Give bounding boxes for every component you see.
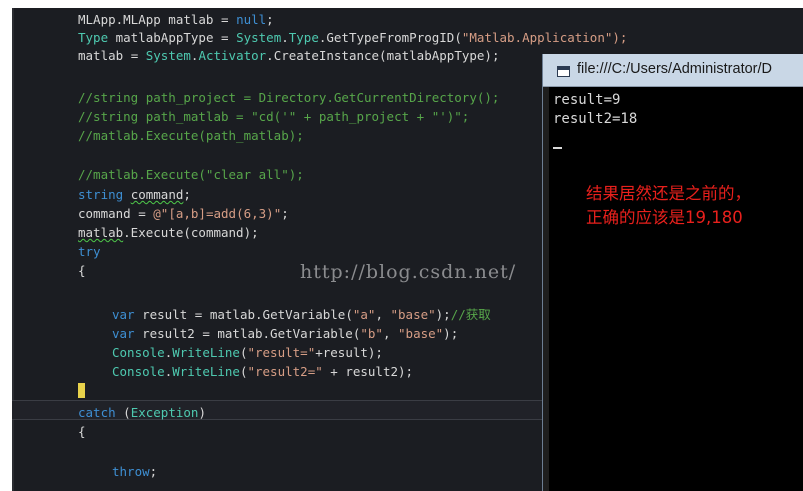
code-token: catch (78, 405, 116, 420)
code-token: ; (149, 464, 158, 479)
code-token: ; (266, 12, 274, 27)
code-token: //string path_project = Directory.GetCur… (78, 90, 500, 105)
code-token: Type (288, 30, 319, 45)
code-token: , (375, 307, 391, 322)
code-token: . (281, 30, 289, 45)
code-token: //matlab.Execute("clear all"); (78, 167, 304, 182)
code-token: = (138, 206, 154, 221)
code-token: //string path_matlab = "cd('" + path_pro… (78, 109, 470, 124)
code-token: = (221, 12, 237, 27)
watermark-text: http://blog.csdn.net/ (300, 261, 517, 283)
code-token: + result2); (322, 364, 414, 379)
code-token: ; (281, 206, 289, 221)
code-token: matlab.GetVariable( (217, 326, 361, 341)
code-token: ); (443, 326, 459, 341)
code-token: @"[a,b]=add(6,3)" (153, 206, 282, 221)
code-token: = (221, 30, 237, 45)
code-token: null (236, 12, 267, 27)
code-token: ( (115, 405, 131, 420)
code-token: string (78, 187, 124, 202)
code-token: var (112, 326, 135, 341)
code-token: //matlab.Execute(path_matlab); (78, 128, 304, 143)
code-token: "b" (360, 326, 383, 341)
code-token: Type (78, 30, 109, 45)
code-line: var result2 = matlab.GetVariable("b", "b… (112, 325, 458, 343)
code-line: MLApp.MLApp matlab = null; (78, 11, 274, 29)
code-line: string command; (78, 186, 191, 204)
code-token: .CreateInstance(matlabAppType); (266, 48, 500, 63)
console-scrollbar[interactable] (543, 87, 549, 491)
code-line: throw; (112, 463, 157, 481)
code-token: "a" (352, 307, 376, 322)
console-cursor (553, 147, 562, 149)
code-token: "result2=" (247, 364, 323, 379)
code-token: "Matlab.Application"); (461, 30, 628, 45)
console-output-line: result2=18 (553, 111, 638, 127)
code-token: WriteLine (172, 345, 240, 360)
code-token: MLApp.MLApp matlab (78, 12, 221, 27)
code-token: System (236, 30, 282, 45)
code-token: matlab.GetVariable( (209, 307, 353, 322)
code-token: = (194, 307, 210, 322)
code-line: try (78, 243, 101, 261)
console-window-icon (557, 66, 570, 77)
code-line: command = @"[a,b]=add(6,3)"; (78, 205, 289, 223)
code-token: var (112, 307, 135, 322)
code-token: throw (112, 464, 150, 479)
code-token: try (78, 244, 101, 259)
code-token: = (202, 326, 218, 341)
code-token: command (130, 187, 184, 202)
code-token: result2 (134, 326, 203, 341)
code-token: result (134, 307, 195, 322)
code-line: catch (Exception) (78, 404, 206, 422)
code-token: { (78, 263, 86, 278)
code-token: System (145, 48, 191, 63)
code-token: ; (183, 187, 191, 202)
console-output-line: result=9 (553, 92, 621, 108)
code-token: matlab (78, 48, 131, 63)
code-token: Activator (198, 48, 267, 63)
code-line: { (78, 423, 86, 441)
console-title: file:///C:/Users/Administrator/D (577, 61, 772, 77)
code-line: Type matlabAppType = System.Type.GetType… (78, 29, 627, 47)
code-token: "result=" (247, 345, 316, 360)
code-token: , (382, 326, 399, 341)
code-line: //matlab.Execute("clear all"); (78, 166, 304, 184)
code-line: //string path_matlab = "cd('" + path_pro… (78, 108, 469, 126)
annotation-line: 结果居然还是之前的， (586, 184, 751, 203)
code-token: "base" (390, 307, 436, 322)
code-line: var result = matlab.GetVariable("a", "ba… (112, 306, 491, 324)
code-line: matlab = System.Activator.CreateInstance… (78, 47, 499, 65)
code-token: +result); (315, 345, 383, 360)
code-line (78, 383, 85, 401)
annotation-text: 结果居然还是之前的， 正确的应该是19,180 (586, 182, 751, 230)
code-line: Console.WriteLine("result="+result); (112, 344, 383, 362)
code-token: Console (112, 345, 165, 360)
text-caret (78, 383, 85, 398)
console-window[interactable]: file:///C:/Users/Administrator/D result=… (542, 54, 803, 491)
code-token: //获取 (450, 307, 491, 322)
code-token: command (78, 206, 139, 221)
code-token: = (130, 48, 146, 63)
annotation-line: 正确的应该是19,180 (586, 208, 743, 227)
code-token: .GetTypeFromProgID( (318, 30, 462, 45)
code-token: { (78, 424, 86, 439)
code-token: "base" (398, 326, 444, 341)
code-line: //string path_project = Directory.GetCur… (78, 89, 499, 107)
code-token: ) (198, 405, 206, 420)
code-line: Console.WriteLine("result2=" + result2); (112, 363, 413, 381)
code-token: matlabAppType (108, 30, 221, 45)
code-line: //matlab.Execute(path_matlab); (78, 127, 304, 145)
code-token: .Execute(command); (123, 225, 259, 240)
code-token: WriteLine (172, 364, 240, 379)
code-token: ); (435, 307, 451, 322)
code-token: matlab (78, 225, 124, 240)
console-titlebar[interactable]: file:///C:/Users/Administrator/D (543, 54, 803, 87)
code-token: Console (112, 364, 165, 379)
code-line: { (78, 262, 86, 280)
code-token: Exception (130, 405, 199, 420)
code-line: matlab.Execute(command); (78, 224, 259, 242)
